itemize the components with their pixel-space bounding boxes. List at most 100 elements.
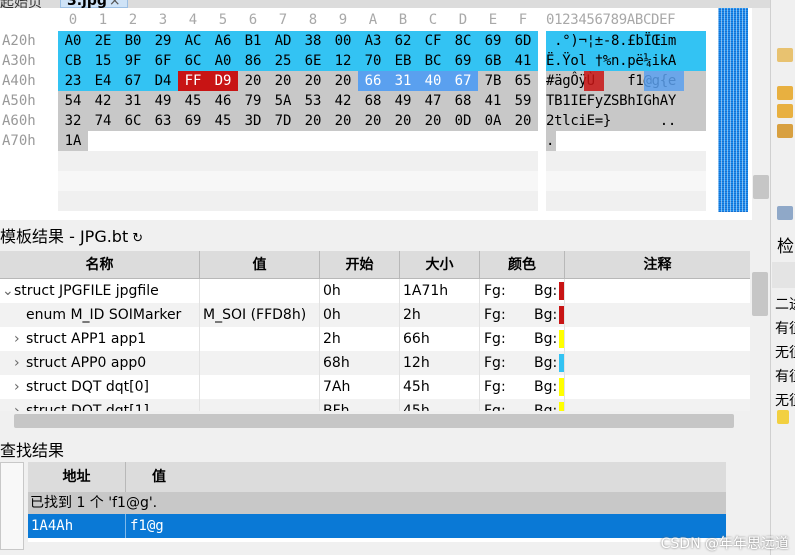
hex-byte[interactable]: A0 — [208, 51, 238, 71]
hex-byte[interactable]: 20 — [238, 71, 268, 91]
hex-byte[interactable]: 45 — [208, 111, 238, 131]
hex-byte[interactable]: 42 — [88, 91, 118, 111]
hex-byte[interactable]: 70 — [358, 51, 388, 71]
copy-icon[interactable] — [777, 206, 793, 220]
hex-byte[interactable]: 41 — [508, 51, 538, 71]
table-row[interactable]: enum M_ID SOIMarker M_SOI (FFD8h) 0h 2h Fg: B… — [0, 303, 750, 327]
hex-byte[interactable]: 31 — [118, 91, 148, 111]
hex-byte[interactable]: 31 — [388, 71, 418, 91]
hex-byte[interactable]: 40 — [418, 71, 448, 91]
hex-byte[interactable]: 54 — [58, 91, 88, 111]
hex-byte[interactable]: 15 — [88, 51, 118, 71]
ascii-row[interactable]: . — [546, 131, 556, 151]
hex-byte[interactable]: CB — [58, 51, 88, 71]
find-result-address[interactable]: 1A4Ah — [28, 514, 126, 538]
column-header-address[interactable]: 地址 — [28, 462, 126, 492]
expand-arrow-icon[interactable]: ⌄ — [2, 279, 14, 303]
hex-byte[interactable]: 63 — [148, 111, 178, 131]
table-row[interactable]: › struct APP1 app1 2h 66h Fg: Bg: — [0, 327, 750, 351]
hex-byte[interactable]: 66 — [358, 71, 388, 91]
hex-byte[interactable]: 38 — [298, 31, 328, 51]
hex-byte[interactable]: 12 — [328, 51, 358, 71]
hex-byte[interactable]: 69 — [178, 111, 208, 131]
hex-byte[interactable]: 5A — [268, 91, 298, 111]
hex-byte[interactable]: 46 — [208, 91, 238, 111]
hex-byte[interactable]: 47 — [418, 91, 448, 111]
hex-byte[interactable]: FF — [178, 71, 208, 91]
hex-byte[interactable]: 42 — [328, 91, 358, 111]
hex-byte[interactable]: 20 — [508, 111, 538, 131]
hex-byte[interactable]: 49 — [388, 91, 418, 111]
ascii-row[interactable]: 2tlciE=} .. — [546, 111, 706, 131]
folder-up-icon[interactable] — [777, 86, 793, 100]
file-minimap[interactable] — [718, 8, 748, 212]
find-result-value[interactable]: f1@g — [128, 514, 164, 538]
hex-byte[interactable]: A6 — [208, 31, 238, 51]
hex-byte[interactable]: 69 — [478, 31, 508, 51]
hex-byte[interactable]: 67 — [448, 71, 478, 91]
folder-icon[interactable] — [777, 48, 793, 62]
column-header-found-value[interactable]: 值 — [126, 462, 726, 492]
hex-byte[interactable]: 65 — [508, 71, 538, 91]
hex-byte[interactable]: 20 — [418, 111, 448, 131]
hex-byte[interactable]: 79 — [238, 91, 268, 111]
hex-byte[interactable]: 6C — [118, 111, 148, 131]
hex-byte[interactable]: 68 — [358, 91, 388, 111]
hex-byte[interactable]: 20 — [298, 111, 328, 131]
hex-byte[interactable]: 6B — [478, 51, 508, 71]
find-result-row[interactable]: 1A4Ah f1@g — [28, 514, 726, 538]
hex-byte[interactable]: 1A — [58, 131, 88, 151]
hex-byte[interactable]: A3 — [358, 31, 388, 51]
hex-byte[interactable]: 20 — [268, 71, 298, 91]
column-header-color[interactable]: 颜色 — [480, 251, 565, 279]
hex-byte[interactable]: 20 — [358, 111, 388, 131]
column-header-start[interactable]: 开始 — [320, 251, 400, 279]
hex-byte[interactable]: B1 — [238, 31, 268, 51]
lightning-icon[interactable] — [777, 410, 789, 424]
hex-byte[interactable]: 00 — [328, 31, 358, 51]
hex-byte[interactable]: 6C — [178, 51, 208, 71]
hex-byte[interactable]: 7B — [478, 71, 508, 91]
ascii-row[interactable]: .°)¬¦±-8.£bÏŒim — [546, 31, 706, 51]
folder-star-icon[interactable] — [777, 124, 793, 138]
hex-byte[interactable]: 0A — [478, 111, 508, 131]
hex-byte[interactable]: 59 — [508, 91, 538, 111]
hex-scrollbar-thumb[interactable] — [753, 175, 769, 199]
template-scrollbar-thumb[interactable] — [752, 272, 768, 316]
hex-byte[interactable]: 6F — [148, 51, 178, 71]
hex-byte[interactable]: AD — [268, 31, 298, 51]
hex-byte[interactable]: 86 — [238, 51, 268, 71]
column-header-name[interactable]: 名称 — [0, 251, 200, 279]
expand-arrow-icon[interactable]: › — [14, 375, 26, 399]
close-icon[interactable]: × — [109, 0, 121, 8]
hex-byte[interactable]: 20 — [328, 71, 358, 91]
template-results-table[interactable]: 名称 值 开始 大小 颜色 注释 ⌄ struct JPGFILE jpgfile… — [0, 251, 750, 411]
hex-byte[interactable]: 7D — [268, 111, 298, 131]
hex-byte[interactable]: 69 — [448, 51, 478, 71]
column-header-size[interactable]: 大小 — [400, 251, 480, 279]
ascii-row[interactable]: TB1IEFyZSBhIGhAY — [546, 91, 706, 111]
hex-byte[interactable]: 0D — [448, 111, 478, 131]
hex-byte[interactable]: E4 — [88, 71, 118, 91]
table-row[interactable]: ⌄ struct JPGFILE jpgfile 0h 1A71h Fg: Bg: — [0, 279, 750, 303]
table-row[interactable]: › struct DQT dqt[0] 7Ah 45h Fg: Bg: — [0, 375, 750, 399]
hex-byte[interactable]: AC — [178, 31, 208, 51]
hex-byte[interactable]: CF — [418, 31, 448, 51]
expand-arrow-icon[interactable]: › — [14, 327, 26, 351]
hex-byte[interactable]: 67 — [118, 71, 148, 91]
hex-byte[interactable]: 2E — [88, 31, 118, 51]
column-header-value[interactable]: 值 — [200, 251, 320, 279]
hex-byte[interactable]: 32 — [58, 111, 88, 131]
hex-byte[interactable]: 68 — [448, 91, 478, 111]
table-row[interactable]: › struct APP0 app0 68h 12h Fg: Bg: — [0, 351, 750, 375]
hex-byte[interactable]: 25 — [268, 51, 298, 71]
hex-byte[interactable]: 6D — [508, 31, 538, 51]
hex-byte[interactable]: EB — [388, 51, 418, 71]
hex-byte[interactable]: 45 — [178, 91, 208, 111]
table-row[interactable]: › struct DQT dqt[1] BFh 45h Fg: Bg: — [0, 399, 750, 411]
tab-active-file[interactable]: 3.jpg × — [60, 0, 128, 8]
ascii-row[interactable]: Ë.Ÿol †%n.pë¼ikA — [546, 51, 706, 71]
column-header-comment[interactable]: 注释 — [565, 251, 750, 279]
hex-byte[interactable]: 62 — [388, 31, 418, 51]
hex-byte[interactable]: 9F — [118, 51, 148, 71]
